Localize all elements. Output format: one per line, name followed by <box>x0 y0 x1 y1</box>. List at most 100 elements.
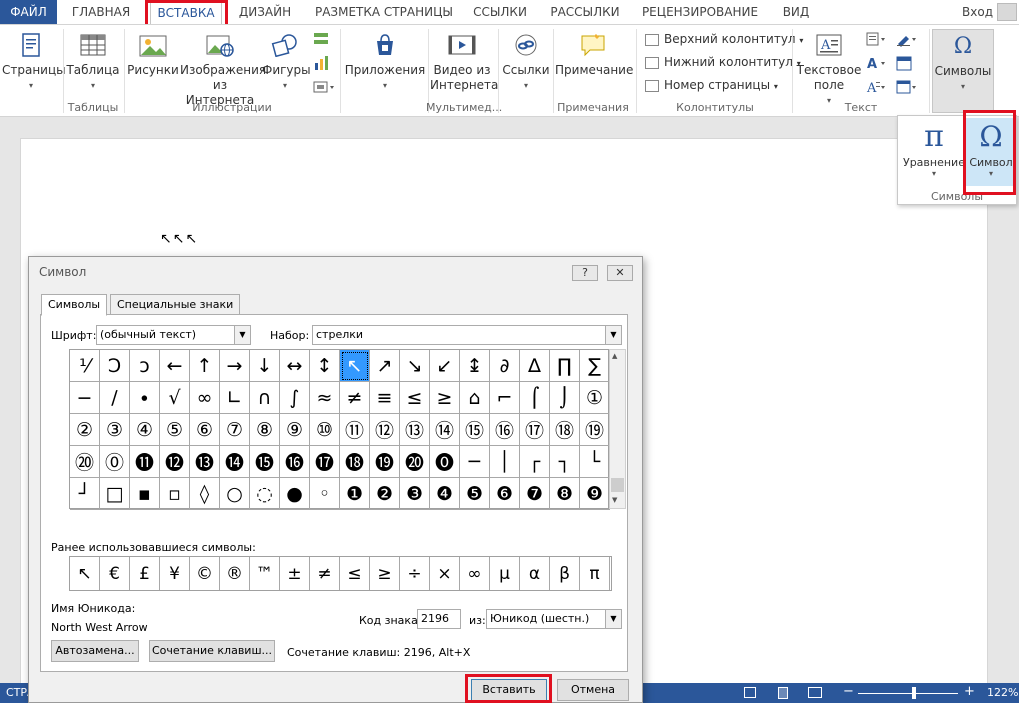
symbol-cell[interactable]: √ <box>160 382 190 414</box>
symbol-cell[interactable]: ◊ <box>190 478 220 510</box>
equation-button[interactable]: π Уравнение ▾ <box>902 118 966 178</box>
online-video-button[interactable]: Видео из Интернета <box>430 31 498 93</box>
tab-file[interactable]: ФАЙЛ <box>0 0 57 24</box>
pages-button[interactable]: Страницы ▾ <box>2 31 66 93</box>
print-layout-icon[interactable] <box>778 687 788 699</box>
symbol-cell[interactable]: ⓲ <box>340 446 370 478</box>
tab-design[interactable]: ДИЗАЙН <box>232 0 298 24</box>
web-layout-icon[interactable] <box>808 687 822 698</box>
subset-select[interactable]: стрелки ▼ <box>312 325 622 345</box>
symbol-cell[interactable]: ↙ <box>430 350 460 382</box>
symbol-cell[interactable]: ❼ <box>520 478 550 510</box>
recent-symbol-cell[interactable]: © <box>190 557 220 590</box>
symbol-cell[interactable]: ⓭ <box>190 446 220 478</box>
comment-button[interactable]: Примечание <box>555 31 633 78</box>
page-number-button[interactable]: Номер страницы ▾ <box>645 74 778 98</box>
symbol-cell[interactable]: ┘ <box>70 478 100 510</box>
recent-symbol-cell[interactable]: α <box>520 557 550 590</box>
zoom-slider-thumb[interactable] <box>912 687 916 699</box>
symbol-cell[interactable]: ↘ <box>400 350 430 382</box>
links-button[interactable]: Ссылки ▾ <box>500 31 552 93</box>
recent-symbol-cell[interactable]: ≤ <box>340 557 370 590</box>
symbol-cell[interactable]: ⑮ <box>460 414 490 446</box>
recent-symbol-cell[interactable]: £ <box>130 557 160 590</box>
symbol-cell[interactable]: ◦ <box>310 478 340 510</box>
from-select[interactable]: Юникод (шестн.) ▼ <box>486 609 622 629</box>
symbol-cell[interactable]: ● <box>280 478 310 510</box>
recent-symbol-cell[interactable]: ≠ <box>310 557 340 590</box>
symbols-group-button[interactable]: Ω Символы ▾ <box>932 29 994 113</box>
symbol-cell[interactable]: ❻ <box>490 478 520 510</box>
recent-symbol-cell[interactable]: ¥ <box>160 557 190 590</box>
symbol-cell[interactable]: └ <box>580 446 610 478</box>
cancel-button[interactable]: Отмена <box>557 679 629 701</box>
recent-symbol-cell[interactable]: ÷ <box>400 557 430 590</box>
symbol-cell[interactable]: ⑨ <box>280 414 310 446</box>
tab-symbols[interactable]: Символы <box>41 294 108 316</box>
recent-symbol-cell[interactable]: β <box>550 557 580 590</box>
symbol-cell[interactable]: ↔ <box>280 350 310 382</box>
symbol-cell[interactable]: ❺ <box>460 478 490 510</box>
recent-symbol-cell[interactable]: ∞ <box>460 557 490 590</box>
symbol-cell[interactable]: ↨ <box>460 350 490 382</box>
symbol-cell[interactable]: ↗ <box>370 350 400 382</box>
symbol-cell[interactable]: □ <box>100 478 130 510</box>
symbol-cell[interactable]: ∂ <box>490 350 520 382</box>
header-button[interactable]: Верхний колонтитул ▾ <box>645 28 803 52</box>
symbol-cell[interactable]: ⑧ <box>250 414 280 446</box>
zoom-level[interactable]: 122% <box>987 686 1018 699</box>
symbol-cell[interactable]: ≥ <box>430 382 460 414</box>
recent-symbol-cell[interactable]: × <box>430 557 460 590</box>
symbol-cell[interactable]: ⓿ <box>430 446 460 478</box>
symbol-cell[interactable]: ↑ <box>190 350 220 382</box>
footer-button[interactable]: Нижний колонтитул ▾ <box>645 51 801 75</box>
symbol-cell[interactable]: ⑬ <box>400 414 430 446</box>
symbol-cell[interactable]: │ <box>490 446 520 478</box>
shapes-button[interactable]: Фигуры ▾ <box>262 31 311 93</box>
symbol-cell[interactable]: ⑪ <box>340 414 370 446</box>
symbol-cell[interactable]: ∑ <box>580 350 610 382</box>
object-icon[interactable] <box>896 79 916 95</box>
recent-symbol-cell[interactable]: µ <box>490 557 520 590</box>
symbol-cell[interactable]: ▪ <box>130 478 160 510</box>
help-button[interactable]: ? <box>572 265 598 281</box>
symbol-cell[interactable]: ❸ <box>400 478 430 510</box>
recent-symbol-cell[interactable]: ± <box>280 557 310 590</box>
symbol-cell[interactable]: ∙ <box>130 382 160 414</box>
symbol-cell[interactable]: ① <box>580 382 610 414</box>
symbol-cell[interactable]: ← <box>160 350 190 382</box>
symbol-cell[interactable]: ⓬ <box>160 446 190 478</box>
symbol-cell[interactable]: ≠ <box>340 382 370 414</box>
symbol-cell[interactable]: ⓱ <box>310 446 340 478</box>
read-mode-icon[interactable] <box>744 687 756 698</box>
symbol-cell[interactable]: ❽ <box>550 478 580 510</box>
symbol-cell[interactable]: ⓪ <box>100 446 130 478</box>
tab-review[interactable]: РЕЦЕНЗИРОВАНИЕ <box>640 0 760 24</box>
symbol-cell[interactable]: ⑫ <box>370 414 400 446</box>
scroll-down-icon[interactable]: ▼ <box>612 496 617 504</box>
symbol-cell[interactable]: ⓯ <box>250 446 280 478</box>
symbol-cell[interactable]: ▫ <box>160 478 190 510</box>
symbol-cell[interactable]: ❾ <box>580 478 610 510</box>
chart-icon[interactable] <box>313 55 329 71</box>
symbol-cell[interactable]: ≈ <box>310 382 340 414</box>
symbol-cell[interactable]: ─ <box>460 446 490 478</box>
symbol-cell[interactable]: ┐ <box>550 446 580 478</box>
symbol-cell[interactable]: ⅟ <box>70 350 100 382</box>
shortcut-key-button[interactable]: Сочетание клавиш... <box>149 640 275 662</box>
font-select[interactable]: (обычный текст) ▼ <box>96 325 251 345</box>
tab-layout[interactable]: РАЗМЕТКА СТРАНИЦЫ <box>310 0 458 24</box>
symbol-cell[interactable]: ④ <box>130 414 160 446</box>
symbol-cell[interactable]: ⑥ <box>190 414 220 446</box>
tab-home[interactable]: ГЛАВНАЯ <box>64 0 138 24</box>
scroll-up-icon[interactable]: ▲ <box>612 352 617 360</box>
drop-cap-icon[interactable]: A <box>866 79 885 96</box>
screenshot-icon[interactable] <box>313 79 334 95</box>
recent-symbol-cell[interactable]: π <box>580 557 610 590</box>
wordart-icon[interactable]: A <box>866 55 885 72</box>
symbol-cell[interactable]: ⌐ <box>490 382 520 414</box>
symbol-cell[interactable]: ⑰ <box>520 414 550 446</box>
recent-symbol-cell[interactable]: ≥ <box>370 557 400 590</box>
zoom-in-icon[interactable]: + <box>964 684 975 699</box>
symbol-cell[interactable]: ≤ <box>400 382 430 414</box>
